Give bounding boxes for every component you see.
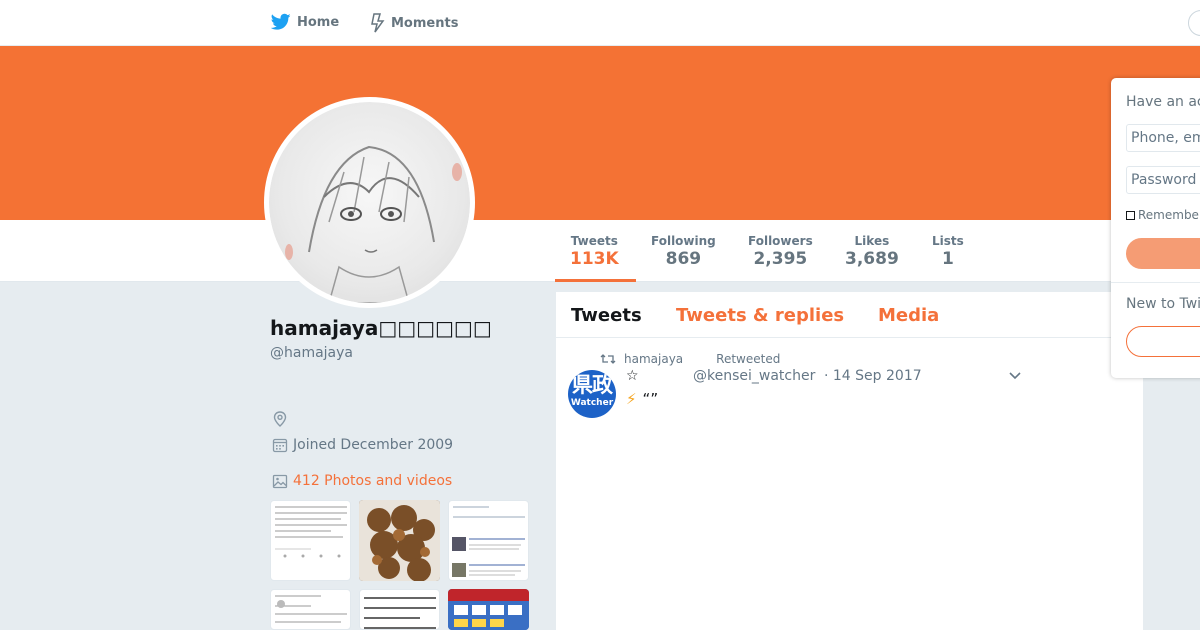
login-popup: Have an account? Phone, email or usernam…: [1111, 78, 1200, 378]
avatar-subtext: Watcher: [570, 398, 614, 408]
profile-name: hamajaya□□□□□□: [270, 316, 492, 340]
stat-value: 113K: [570, 249, 619, 269]
nav-moments[interactable]: Moments: [371, 13, 458, 33]
active-stat-underline: [555, 279, 636, 282]
media-thumbnail[interactable]: [448, 589, 529, 630]
tweet-display-name[interactable]: ☆: [626, 368, 639, 384]
calendar-icon: [272, 438, 288, 453]
stat-followers[interactable]: Followers 2,395: [748, 234, 813, 269]
login-button[interactable]: [1126, 238, 1200, 269]
profile-avatar[interactable]: [264, 97, 475, 308]
stat-lists[interactable]: Lists 1: [932, 234, 964, 269]
stat-value: 2,395: [753, 249, 808, 269]
media-thumbnail[interactable]: [448, 500, 529, 581]
login-title: Have an account?: [1126, 94, 1200, 110]
remember-me[interactable]: Remember me: [1126, 208, 1200, 222]
photos-videos-label: 412 Photos and videos: [293, 473, 453, 489]
media-thumbnail[interactable]: [270, 500, 351, 581]
top-nav: Home Moments: [0, 0, 1200, 46]
lightning-icon: [371, 13, 385, 33]
tweet-text-content: “”: [642, 390, 659, 408]
location-pin-icon: [273, 411, 287, 427]
remember-checkbox[interactable]: [1126, 210, 1135, 220]
timeline: Tweets Tweets & replies Media hamajaya R…: [556, 292, 1143, 630]
tab-tweets[interactable]: Tweets: [571, 305, 642, 326]
location-row: [272, 411, 288, 431]
profile-stats-bar: Tweets 113K Following 869 Followers 2,39…: [0, 220, 1200, 282]
signup-button[interactable]: [1126, 326, 1200, 357]
username-field[interactable]: Phone, email or username: [1126, 124, 1200, 152]
stat-likes[interactable]: Likes 3,689: [845, 234, 899, 269]
retweeter-name[interactable]: hamajaya: [624, 352, 683, 366]
stat-label: Likes: [854, 234, 890, 248]
tweet-text: ⚡ “”: [626, 390, 658, 408]
avatar-text: 県政: [572, 373, 613, 397]
photo-icon: [272, 474, 288, 489]
joined-row: Joined December 2009: [272, 437, 453, 453]
profile-handle[interactable]: @hamajaya: [270, 345, 353, 361]
retweet-context: hamajaya Retweeted: [600, 352, 780, 366]
stat-following[interactable]: Following 869: [651, 234, 716, 269]
caret-down-icon[interactable]: [1008, 371, 1022, 381]
bolt-emoji-icon: ⚡: [626, 390, 637, 408]
media-thumbnail[interactable]: [270, 589, 351, 630]
stat-label: Following: [651, 234, 716, 248]
tweet-timestamp[interactable]: · 14 Sep 2017: [824, 368, 922, 384]
joined-date: Joined December 2009: [293, 437, 454, 453]
tab-tweets-replies[interactable]: Tweets & replies: [676, 305, 844, 326]
password-field[interactable]: Password: [1126, 166, 1200, 194]
photos-videos-link[interactable]: 412 Photos and videos: [272, 473, 452, 489]
tweet-author-avatar[interactable]: 県政 Watcher: [568, 370, 616, 418]
stat-tweets[interactable]: Tweets 113K: [570, 234, 619, 269]
retweeted-label: Retweeted: [716, 352, 781, 366]
stat-label: Lists: [932, 234, 964, 248]
twitter-bird-icon: [271, 13, 291, 30]
tweet-screen-name[interactable]: @kensei_watcher: [693, 368, 815, 384]
stat-value: 3,689: [845, 249, 899, 269]
stat-value: 869: [665, 249, 702, 269]
timeline-tabs: Tweets Tweets & replies Media: [556, 292, 1143, 338]
remember-label: Remember me: [1138, 208, 1200, 222]
divider: [1111, 282, 1200, 283]
profile-banner: [0, 46, 1200, 220]
search-button[interactable]: [1188, 10, 1200, 36]
tweet-item[interactable]: hamajaya Retweeted 県政 Watcher ☆ @kensei_…: [556, 338, 1143, 438]
stat-value: 1: [941, 249, 954, 269]
new-to-twitter: New to Twitter?: [1126, 296, 1200, 312]
retweet-icon: [600, 354, 616, 364]
media-thumbnail[interactable]: [359, 589, 440, 630]
nav-home[interactable]: Home: [271, 13, 339, 31]
media-thumbnail[interactable]: [359, 500, 440, 581]
avatar-sketch-image: [269, 102, 470, 303]
stat-label: Tweets: [570, 234, 618, 248]
tab-media[interactable]: Media: [878, 305, 939, 326]
nav-home-label: Home: [297, 14, 340, 30]
stat-label: Followers: [748, 234, 813, 248]
nav-moments-label: Moments: [391, 15, 459, 31]
